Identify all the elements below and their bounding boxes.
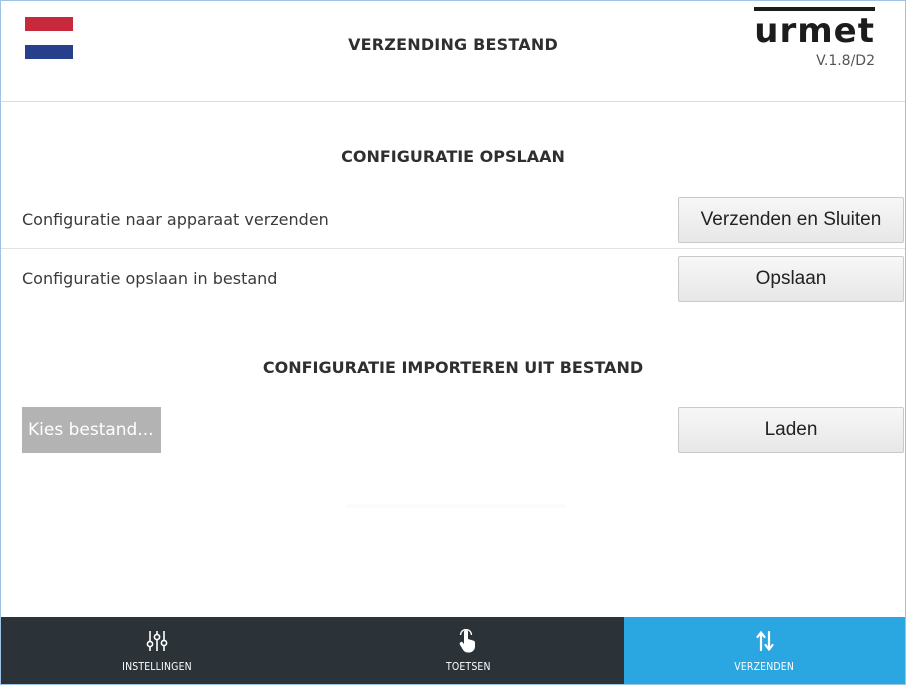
import-section-title: CONFIGURATIE IMPORTEREN UIT BESTAND: [262, 358, 644, 377]
choose-file-button[interactable]: Kies bestand...: [22, 407, 161, 453]
nav-label-verzenden: VERZENDEN: [734, 660, 795, 673]
nav-label-toetsen: TOETSEN: [445, 660, 491, 673]
status-placeholder: [346, 504, 566, 508]
nav-label-instellingen: INSTELLINGEN: [121, 660, 192, 673]
brand-logo: urmet V.1.8/D2: [754, 7, 875, 69]
save-section-title: CONFIGURATIE OPSLAAN: [341, 147, 565, 166]
nav-item-instellingen[interactable]: INSTELLINGEN: [1, 617, 312, 684]
flag-stripe-red: [25, 17, 73, 31]
nav-item-toetsen[interactable]: TOETSEN: [312, 617, 624, 684]
sliders-icon: [146, 628, 168, 654]
send-and-close-button[interactable]: Verzenden en Sluiten: [678, 197, 904, 243]
app-frame: VERZENDING BESTAND urmet V.1.8/D2 CONFIG…: [0, 0, 906, 685]
send-to-device-label: Configuratie naar apparaat verzenden: [22, 210, 329, 229]
save-button[interactable]: Opslaan: [678, 256, 904, 302]
row-divider: [1, 248, 905, 249]
bottom-navigation: INSTELLINGEN TOETSEN VERZENDEN: [1, 617, 905, 684]
header-divider: [1, 101, 905, 102]
nav-item-verzenden[interactable]: VERZENDEN: [624, 617, 905, 684]
transfer-arrows-icon: [755, 628, 775, 654]
logo-text: urmet: [754, 7, 875, 51]
header: VERZENDING BESTAND urmet V.1.8/D2: [1, 1, 905, 101]
load-button[interactable]: Laden: [678, 407, 904, 453]
touch-hand-icon: [457, 628, 479, 654]
save-to-file-label: Configuratie opslaan in bestand: [22, 269, 278, 288]
version-label: V.1.8/D2: [816, 53, 875, 69]
